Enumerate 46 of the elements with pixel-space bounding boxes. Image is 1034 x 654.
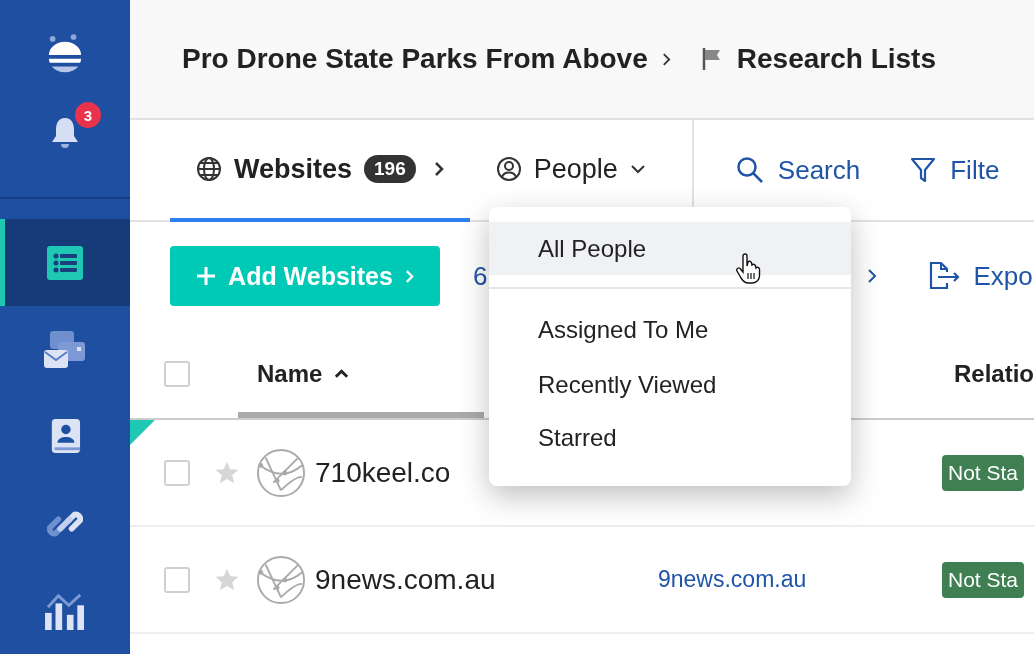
chevron-right-icon (867, 268, 878, 284)
tab[interactable]: Websites 196 (170, 120, 470, 222)
chevron-right-icon (433, 161, 444, 177)
status-badge: Not Sta (942, 561, 1025, 598)
chevron-right-icon (404, 268, 414, 284)
count-badge: 196 (364, 155, 416, 183)
column-header[interactable]: Relatio (954, 360, 1034, 388)
sort-up-icon (334, 369, 350, 379)
new-marker (130, 420, 155, 445)
envelope-icon (44, 330, 86, 369)
plus-icon (196, 266, 217, 286)
checkbox[interactable] (164, 459, 190, 486)
bell-icon[interactable] (49, 116, 81, 150)
user-circle-icon (495, 156, 522, 182)
chevron-right-icon (661, 51, 671, 67)
network-globe-icon (256, 554, 306, 605)
chevron-down-icon (629, 164, 646, 174)
count-link[interactable]: 6 (473, 260, 488, 292)
notification-badge: 3 (75, 102, 101, 128)
globe-icon (196, 156, 222, 182)
menu-item[interactable]: All People (489, 222, 851, 275)
status-badge: Not Sta (942, 454, 1025, 491)
checkbox[interactable] (164, 361, 190, 387)
menu-item[interactable]: Starred (489, 411, 851, 464)
network-globe-icon (256, 447, 306, 498)
website-url-link[interactable]: 9news.com.au (658, 566, 807, 593)
action-link[interactable]: Search (735, 120, 861, 220)
project-title[interactable]: Pro Drone State Parks From Above (182, 43, 648, 75)
website-name[interactable]: 9news.com.au (315, 563, 635, 596)
search-icon (735, 156, 764, 184)
section-title[interactable]: Research Lists (736, 43, 936, 75)
filter-icon (910, 156, 937, 184)
checkbox[interactable] (164, 566, 190, 593)
hand-cursor-icon (735, 253, 761, 285)
flag-icon (700, 47, 723, 71)
menu-item[interactable]: Recently Viewed (489, 358, 851, 411)
column-header[interactable]: Name (238, 330, 484, 418)
menu-item[interactable]: Assigned To Me (489, 302, 851, 358)
action-link[interactable]: Filte (910, 120, 1000, 220)
tab[interactable]: People (469, 120, 674, 222)
list-icon (47, 245, 83, 280)
export-icon (929, 261, 962, 291)
sidebar-item[interactable] (0, 219, 130, 306)
bar-chart-icon (44, 591, 86, 630)
export-link[interactable]: Expo (929, 260, 1033, 292)
contact-book-icon (49, 418, 81, 455)
